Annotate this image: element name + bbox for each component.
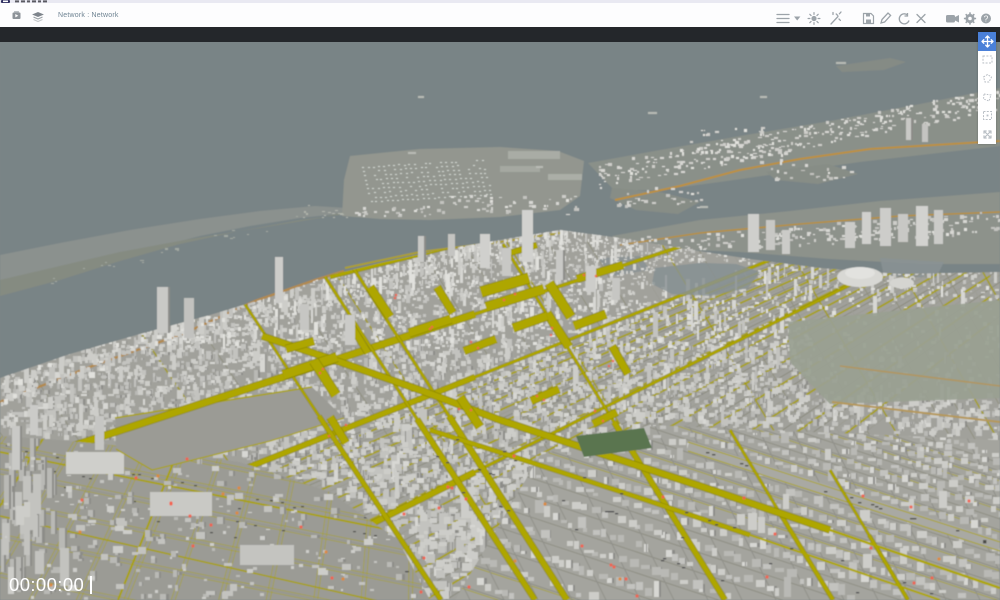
svg-text:?: ? [984, 14, 989, 24]
